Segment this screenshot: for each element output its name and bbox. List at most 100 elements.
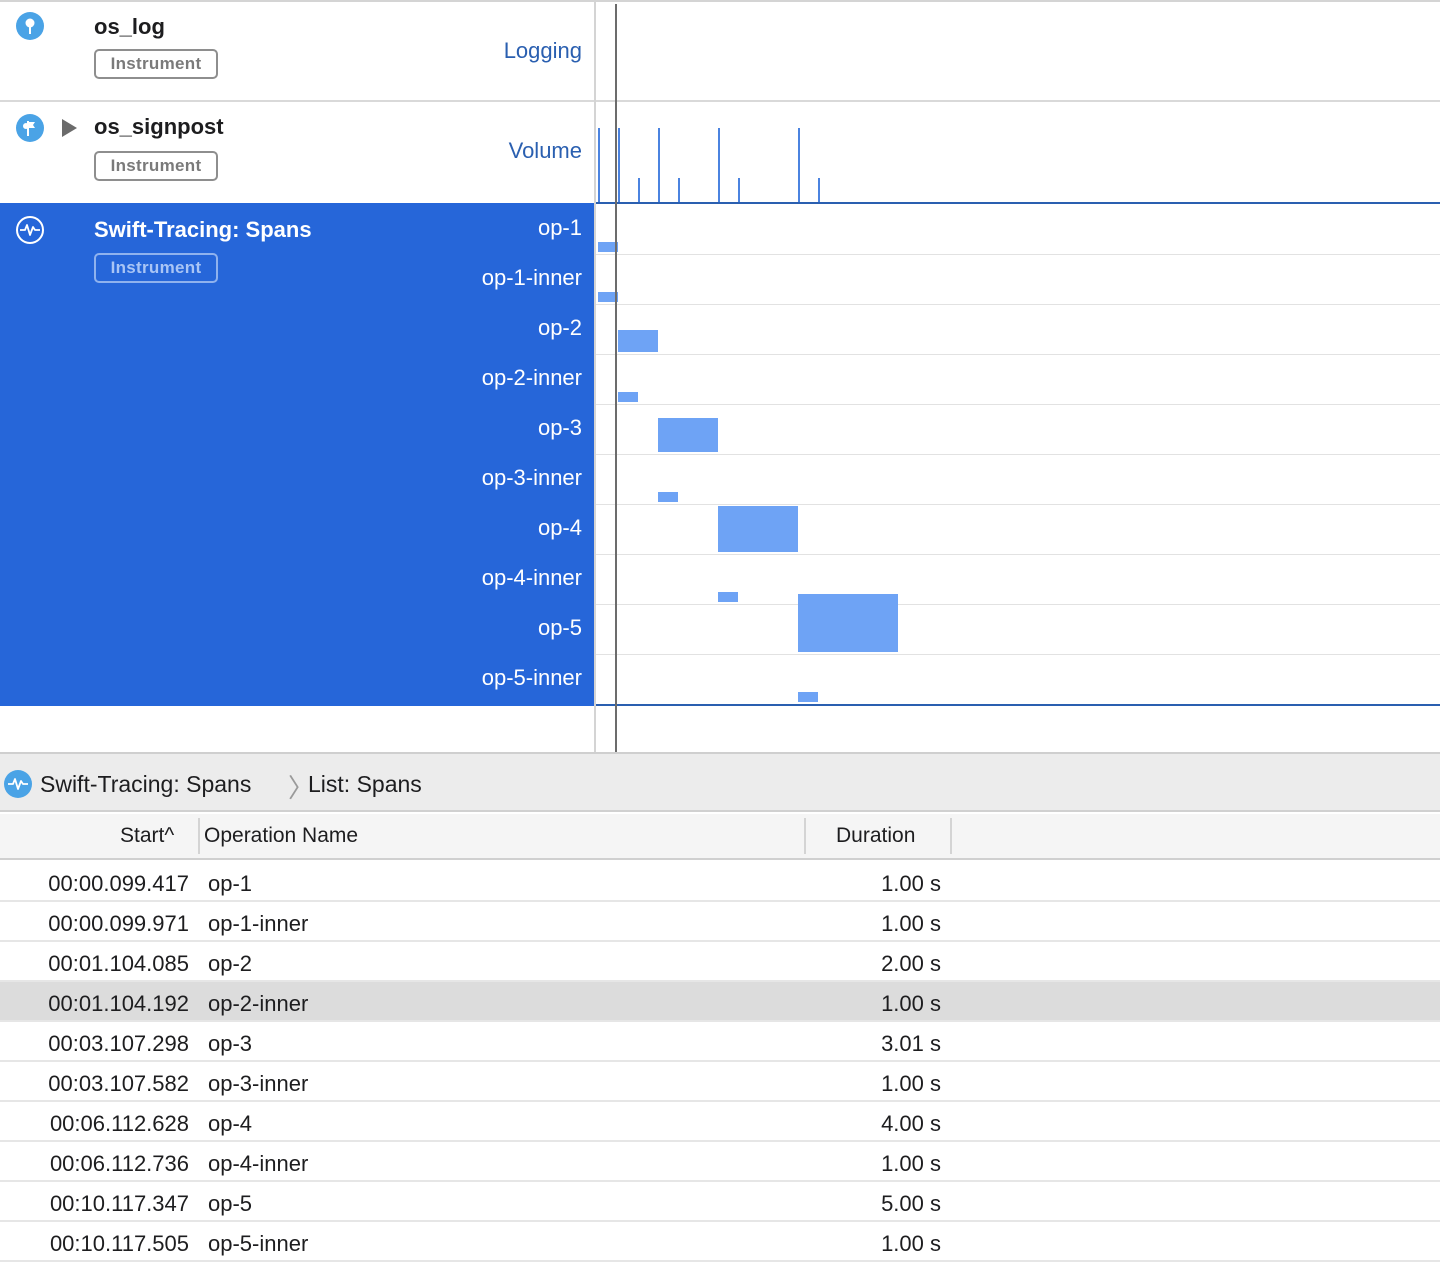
span-bar-op-3[interactable] bbox=[658, 417, 719, 452]
table-row[interactable]: 00:01.104.085 op-2 2.00 s bbox=[0, 942, 1440, 982]
instrument-name: os_log bbox=[94, 14, 165, 39]
column-header-operation-name[interactable]: Operation Name bbox=[204, 824, 358, 848]
cell-start: 00:06.112.736 bbox=[49, 1151, 189, 1176]
track-detail-label[interactable]: Logging bbox=[504, 38, 582, 64]
instrument-badge: Instrument bbox=[94, 151, 218, 181]
signpost-volume-tick bbox=[718, 128, 720, 202]
table-row[interactable]: 00:06.112.736 op-4-inner 1.00 s bbox=[0, 1142, 1440, 1182]
instrument-row-os-log[interactable]: os_log Instrument Logging bbox=[0, 2, 596, 100]
cell-operation-name: op-3-inner bbox=[208, 1071, 309, 1096]
cell-start: 00:06.112.628 bbox=[49, 1111, 189, 1136]
span-bar-op-2[interactable] bbox=[618, 330, 659, 352]
span-track-label: op-5 bbox=[537, 615, 582, 640]
table-row[interactable]: 00:10.117.505 op-5-inner 1.00 s bbox=[0, 1222, 1440, 1262]
table-row[interactable]: 00:03.107.582 op-3-inner 1.00 s bbox=[0, 1062, 1440, 1102]
track-row-separator bbox=[596, 654, 1440, 655]
table-row[interactable]: 00:06.112.628 op-4 4.00 s bbox=[0, 1102, 1440, 1142]
cell-duration: 1.00 s bbox=[881, 1151, 941, 1176]
column-separator[interactable] bbox=[950, 818, 952, 854]
instrument-row-os-signpost[interactable]: os_signpost Instrument Volume bbox=[0, 102, 596, 202]
cell-duration: 1.00 s bbox=[881, 1071, 941, 1096]
cell-operation-name: op-4-inner bbox=[208, 1151, 309, 1176]
table-row[interactable]: 00:01.104.192 op-2-inner 1.00 s bbox=[0, 982, 1440, 1022]
instrument-name: os_signpost bbox=[94, 114, 224, 139]
span-track-label: op-4 bbox=[537, 515, 582, 540]
signpost-flag-icon bbox=[16, 114, 44, 142]
track-row-separator bbox=[596, 304, 1440, 305]
waveform-icon bbox=[4, 770, 32, 798]
cell-duration: 1.00 s bbox=[881, 1231, 941, 1256]
waveform-icon bbox=[16, 216, 44, 244]
cell-start: 00:10.117.347 bbox=[49, 1191, 189, 1216]
cell-operation-name: op-1 bbox=[208, 871, 253, 896]
column-header-start[interactable]: Start^ bbox=[120, 824, 174, 848]
playhead[interactable] bbox=[615, 4, 617, 754]
table-row[interactable]: 00:00.099.417 op-1 1.00 s bbox=[0, 862, 1440, 902]
instrument-name: Swift-Tracing: Spans bbox=[94, 217, 312, 242]
track-row-separator bbox=[596, 554, 1440, 555]
cell-operation-name: op-5-inner bbox=[208, 1231, 309, 1256]
cell-duration: 2.00 s bbox=[881, 951, 941, 976]
instrument-badge: Instrument bbox=[94, 49, 218, 79]
table-row[interactable]: 00:00.099.971 op-1-inner 1.00 s bbox=[0, 902, 1440, 942]
cell-operation-name: op-4 bbox=[208, 1111, 253, 1136]
span-track-label: op-3-inner bbox=[481, 465, 582, 490]
track-divider[interactable] bbox=[594, 0, 596, 754]
track-row-separator bbox=[596, 254, 1440, 255]
signpost-volume-tick bbox=[598, 128, 600, 202]
breadcrumb-instrument[interactable]: Swift-Tracing: Spans bbox=[40, 771, 251, 798]
cell-operation-name: op-1-inner bbox=[208, 911, 309, 936]
span-track-label: op-1-inner bbox=[481, 265, 582, 290]
table-row[interactable]: 00:10.117.347 op-5 5.00 s bbox=[0, 1182, 1440, 1222]
signpost-volume-tick bbox=[638, 178, 640, 202]
cell-start: 00:03.107.582 bbox=[48, 1071, 189, 1096]
span-track-label: op-4-inner bbox=[481, 565, 582, 590]
cell-start: 00:03.107.298 bbox=[48, 1031, 189, 1056]
cell-start: 00:10.117.505 bbox=[49, 1231, 189, 1256]
cell-duration: 1.00 s bbox=[881, 991, 941, 1016]
cell-operation-name: op-5 bbox=[208, 1191, 253, 1216]
track-boundary bbox=[596, 202, 1440, 204]
cell-duration: 4.00 s bbox=[881, 1111, 941, 1136]
disclosure-triangle-icon[interactable] bbox=[62, 119, 77, 137]
span-bar-op-4-inner[interactable] bbox=[718, 592, 739, 602]
breadcrumb: Swift-Tracing: Spans 〉 List: Spans bbox=[0, 754, 1440, 812]
span-bar-op-5-inner[interactable] bbox=[798, 692, 819, 702]
column-separator[interactable] bbox=[198, 818, 200, 854]
table-header: Start^ Operation Name Duration bbox=[0, 814, 1440, 860]
table-row[interactable]: 00:03.107.298 op-3 3.01 s bbox=[0, 1022, 1440, 1062]
column-header-duration[interactable]: Duration bbox=[836, 824, 915, 848]
cell-duration: 1.00 s bbox=[881, 911, 941, 936]
os-log-pin-icon bbox=[16, 12, 44, 40]
span-bar-op-5[interactable] bbox=[798, 594, 899, 652]
track-row-separator bbox=[596, 354, 1440, 355]
span-track-label: op-5-inner bbox=[481, 665, 582, 690]
cell-operation-name: op-2 bbox=[208, 951, 253, 976]
span-track-label: op-2 bbox=[537, 315, 582, 340]
breadcrumb-view[interactable]: List: Spans bbox=[308, 771, 422, 798]
cell-duration: 1.00 s bbox=[881, 871, 941, 896]
track-boundary bbox=[596, 704, 1440, 706]
span-bar-op-3-inner[interactable] bbox=[658, 492, 679, 502]
cell-operation-name: op-2-inner bbox=[208, 991, 309, 1016]
cell-operation-name: op-3 bbox=[208, 1031, 253, 1056]
cell-start: 00:00.099.971 bbox=[48, 911, 189, 936]
column-separator[interactable] bbox=[804, 818, 806, 854]
track-row-separator bbox=[596, 504, 1440, 505]
cell-duration: 5.00 s bbox=[881, 1191, 941, 1216]
track-detail-label[interactable]: Volume bbox=[509, 138, 582, 164]
sort-ascending-icon: ^ bbox=[164, 824, 175, 847]
track-row-separator bbox=[596, 604, 1440, 605]
cell-duration: 3.01 s bbox=[881, 1031, 941, 1056]
track-row-separator bbox=[596, 404, 1440, 405]
signpost-volume-tick bbox=[618, 128, 620, 202]
signpost-volume-tick bbox=[678, 178, 680, 202]
cell-start: 00:01.104.192 bbox=[48, 991, 189, 1016]
span-bar-op-2-inner[interactable] bbox=[618, 392, 639, 402]
track-row-separator bbox=[596, 454, 1440, 455]
signpost-volume-tick bbox=[658, 128, 660, 202]
signpost-volume-tick bbox=[818, 178, 820, 202]
instrument-row-swift-tracing-spans[interactable]: Swift-Tracing: Spans Instrument op-1 op-1… bbox=[0, 203, 596, 706]
span-bar-op-4[interactable] bbox=[718, 506, 799, 552]
span-track-label: op-3 bbox=[537, 415, 582, 440]
